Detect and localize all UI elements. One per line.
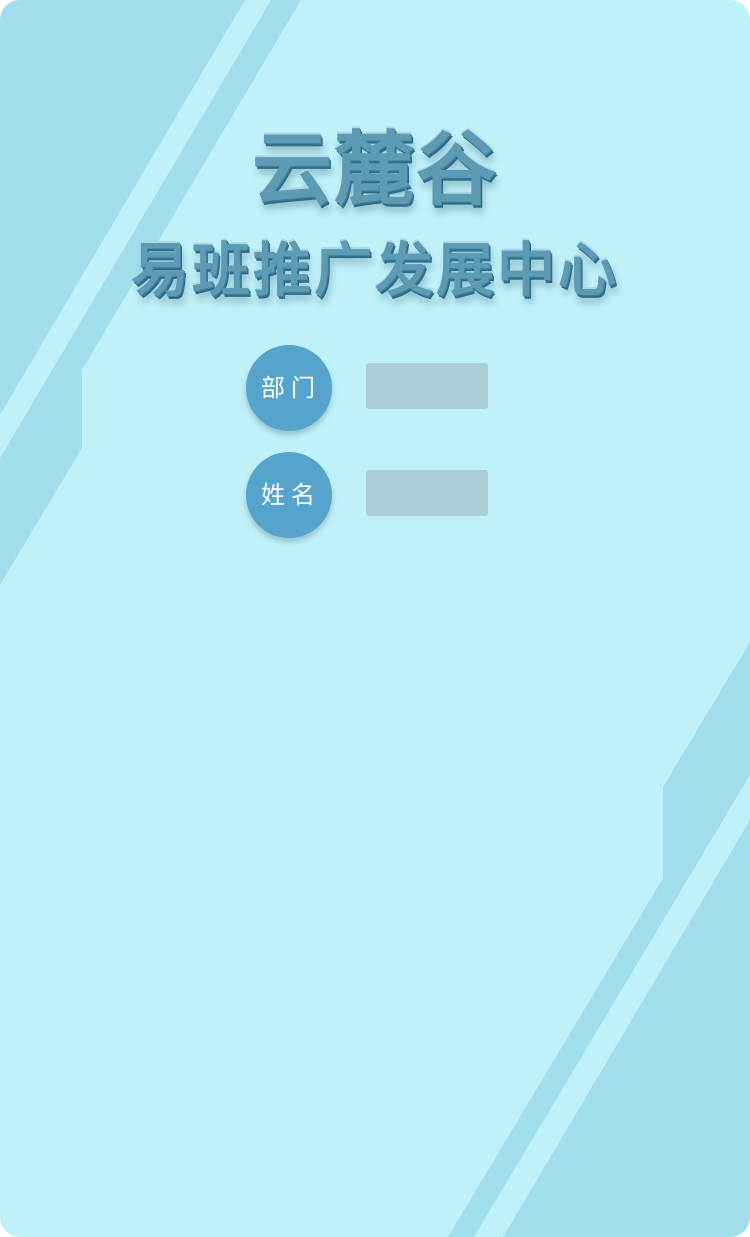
name-input[interactable] [366,470,488,516]
organization-title: 云麓谷 [252,123,498,216]
login-card: 云麓谷 易班推广发展中心 部门 姓名 [0,0,750,1237]
bottom-right-stripe-large [503,820,750,1237]
name-label: 姓名 [246,452,332,538]
department-label: 部门 [246,345,332,431]
organization-subtitle: 易班推广发展中心 [130,236,619,304]
department-input[interactable] [366,363,488,409]
